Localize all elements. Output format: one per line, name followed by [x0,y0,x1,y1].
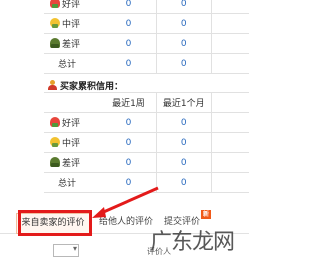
filter-select[interactable] [53,244,79,257]
watermark-logo: 广东龙网 [150,230,235,255]
